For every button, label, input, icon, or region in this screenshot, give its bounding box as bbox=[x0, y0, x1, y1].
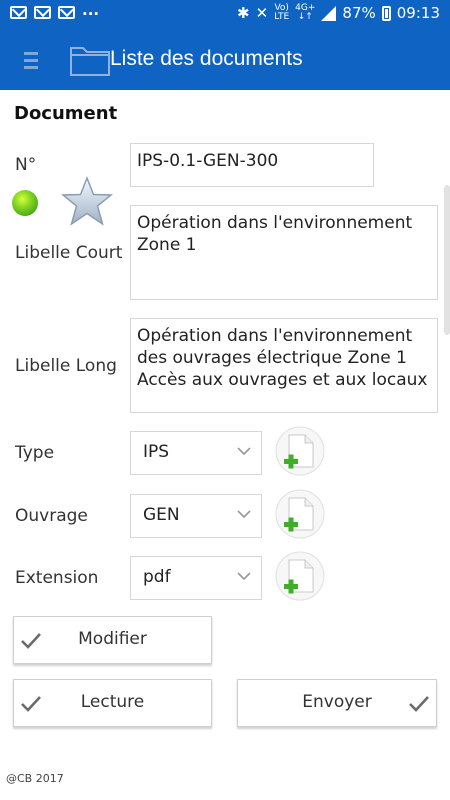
type-label: Type bbox=[15, 443, 55, 463]
chevron-down-icon bbox=[237, 572, 251, 581]
mail-icon bbox=[58, 5, 75, 19]
battery-percent: 87% bbox=[342, 4, 376, 22]
type-value: IPS bbox=[143, 442, 170, 462]
lecture-label: Lecture bbox=[80, 692, 145, 712]
libelle-court-field[interactable]: Opération dans l'environnement Zone 1 bbox=[130, 205, 438, 300]
add-document-icon[interactable] bbox=[275, 551, 325, 601]
status-notifications: ... bbox=[10, 1, 99, 19]
scrollbar[interactable] bbox=[444, 185, 450, 335]
mail-icon bbox=[34, 5, 51, 19]
envoyer-label: Envoyer bbox=[302, 692, 372, 712]
add-document-icon[interactable] bbox=[275, 426, 325, 476]
menu-icon[interactable] bbox=[24, 52, 38, 70]
page-title: Liste des documents bbox=[110, 47, 303, 70]
battery-icon bbox=[381, 5, 391, 21]
mail-icon bbox=[10, 5, 27, 19]
more-notifications: ... bbox=[82, 1, 100, 19]
extension-value: pdf bbox=[143, 567, 171, 587]
envoyer-button[interactable]: Envoyer bbox=[237, 679, 437, 727]
mute-icon: ✕ bbox=[255, 4, 269, 22]
status-indicator bbox=[12, 190, 38, 216]
folder-icon bbox=[70, 47, 110, 76]
ouvrage-value: GEN bbox=[143, 505, 180, 525]
bluetooth-icon: ✱ bbox=[237, 4, 250, 22]
modifier-label: Modifier bbox=[78, 629, 147, 649]
extension-select[interactable]: pdf bbox=[130, 556, 262, 600]
network-indicator: 4G+ ↓↑ bbox=[295, 4, 315, 22]
lecture-button[interactable]: Lecture bbox=[13, 679, 212, 727]
status-system: ✱ ✕ Vo) LTE 4G+ ↓↑ 87% 09:13 bbox=[237, 4, 440, 23]
check-icon bbox=[409, 696, 429, 712]
section-title: Document bbox=[14, 103, 118, 124]
ouvrage-label: Ouvrage bbox=[15, 506, 88, 526]
libelle-long-label: Libelle Long bbox=[15, 356, 117, 376]
status-bar: ... ✱ ✕ Vo) LTE 4G+ ↓↑ 87% 09:13 bbox=[0, 0, 450, 30]
type-select[interactable]: IPS bbox=[130, 431, 262, 475]
clock: 09:13 bbox=[396, 4, 440, 22]
copyright: @CB 2017 bbox=[6, 772, 64, 785]
chevron-down-icon bbox=[237, 447, 251, 456]
libelle-long-field[interactable]: Opération dans l'environnement des ouvra… bbox=[130, 318, 438, 413]
volte-bottom: LTE bbox=[274, 12, 290, 22]
star-icon[interactable] bbox=[60, 175, 114, 229]
numero-label: N° bbox=[15, 155, 37, 175]
libelle-court-label: Libelle Court bbox=[15, 243, 123, 263]
app-bar: Liste des documents bbox=[0, 30, 450, 90]
add-document-icon[interactable] bbox=[275, 489, 325, 539]
signal-icon bbox=[321, 5, 337, 21]
network-bottom: ↓↑ bbox=[297, 12, 313, 22]
volte-indicator: Vo) LTE bbox=[274, 4, 289, 22]
modifier-button[interactable]: Modifier bbox=[13, 616, 212, 664]
ouvrage-select[interactable]: GEN bbox=[130, 494, 262, 538]
numero-field[interactable]: IPS-0.1-GEN-300 bbox=[130, 143, 374, 187]
extension-label: Extension bbox=[15, 568, 99, 588]
chevron-down-icon bbox=[237, 510, 251, 519]
